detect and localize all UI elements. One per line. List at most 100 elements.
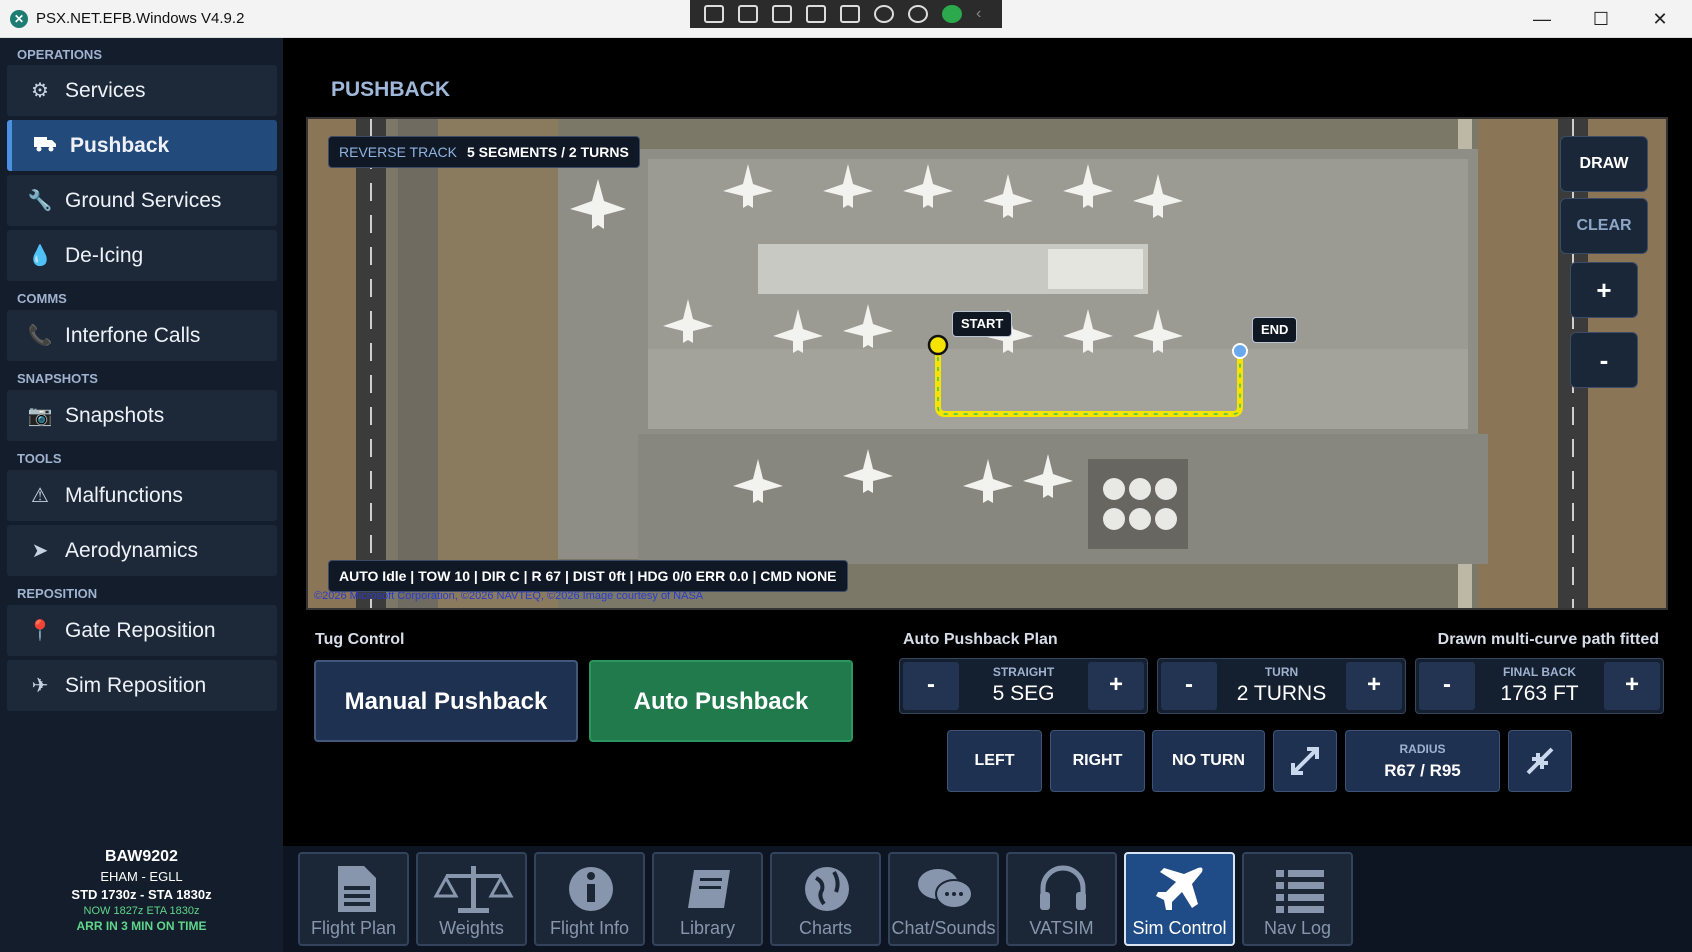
zoom-out-button[interactable]: - [1570,332,1638,388]
final-back-plus-button[interactable]: + [1604,662,1660,710]
droplet-icon: 💧 [27,245,53,267]
wrench-icon: 🔧 [27,190,53,212]
sidebar-item-label: Services [65,78,146,102]
truck-icon [32,134,58,158]
final-back-stepper: - FINAL BACK 1763 FT + [1415,658,1664,714]
radius-value: R67 / R95 [1384,761,1461,780]
plane-icon: ✈ [31,675,49,697]
flight-summary: BAW9202 EHAM - EGLL STD 1730z - STA 1830… [0,848,283,933]
sidebar-item-label: Ground Services [65,188,222,212]
pushback-status: AUTO Idle | TOW 10 | DIR C | R 67 | DIST… [328,560,848,592]
sidebar: OPERATIONS ⚙ Services Pushback 🔧 Ground … [0,38,283,952]
video-icon[interactable] [738,5,758,23]
radius-display[interactable]: RADIUS R67 / R95 [1345,730,1500,792]
sidebar-item-label: Aerodynamics [65,538,199,562]
headset-icon [1040,865,1086,910]
tab-flight-info[interactable]: Flight Info [534,852,645,946]
clear-button[interactable]: CLEAR [1560,198,1648,254]
end-label: END [1252,317,1298,343]
paper-plane-icon: ➤ [31,540,49,562]
sidebar-item-label: Pushback [70,133,170,157]
straight-minus-button[interactable]: - [903,662,959,710]
inspect-icon[interactable] [840,5,860,23]
start-marker[interactable] [927,334,949,356]
warning-icon: ⚠ [31,485,49,507]
tab-label: VATSIM [1029,918,1094,938]
minimize-button[interactable]: — [1519,4,1565,34]
tab-library[interactable]: Library [652,852,763,946]
sidebar-item-malfunctions[interactable]: ⚠ Malfunctions [7,470,277,521]
pointer-icon[interactable] [772,5,792,23]
zoom-in-button[interactable]: + [1570,262,1638,318]
frame-icon[interactable] [806,5,826,23]
track-summary: REVERSE TRACK 5 SEGMENTS / 2 TURNS [328,136,640,168]
expand-button[interactable] [1273,730,1337,792]
final-back-minus-button[interactable]: - [1419,662,1475,710]
tab-chat-sounds[interactable]: Chat/Sounds [888,852,999,946]
plane-icon [1156,867,1203,910]
turn-plus-button[interactable]: + [1346,662,1402,710]
tab-sim-control[interactable]: Sim Control [1124,852,1235,946]
tab-label: Nav Log [1263,918,1332,938]
airport-map[interactable]: REVERSE TRACK 5 SEGMENTS / 2 TURNS START… [306,117,1668,610]
auto-plan-label: Auto Pushback Plan [903,631,1058,648]
straight-plus-button[interactable]: + [1088,662,1144,710]
sidebar-item-label: Sim Reposition [65,673,207,697]
sidebar-item-sim-reposition[interactable]: ✈ Sim Reposition [7,660,277,711]
window-title: PSX.NET.EFB.Windows V4.9.2 [36,10,245,27]
tab-label: Flight Info [549,918,630,938]
tab-nav-log[interactable]: Nav Log [1242,852,1353,946]
straight-caption: STRAIGHT [992,665,1055,679]
auto-pushback-button[interactable]: Auto Pushback [589,660,853,742]
turn-stepper: - TURN 2 TURNS + [1157,658,1406,714]
manual-pushback-button[interactable]: Manual Pushback [314,660,578,742]
plan-note: Drawn multi-curve path fitted [1437,631,1659,648]
close-button[interactable]: ✕ [1637,4,1683,34]
select-element-icon[interactable] [704,5,724,23]
title-bar: ✕ PSX.NET.EFB.Windows V4.9.2 ‹ — ☐ ✕ [0,0,1692,38]
check-icon[interactable] [942,5,962,23]
expand-icon [1291,747,1319,775]
tab-flight-plan[interactable]: Flight Plan [298,852,409,946]
tab-vatsim[interactable]: VATSIM [1006,852,1117,946]
sidebar-item-label: Snapshots [65,403,165,427]
sidebar-item-snapshots[interactable]: 📷 Snapshots [7,390,277,441]
turn-left-button[interactable]: LEFT [947,730,1042,792]
page-title: PUSHBACK [331,78,451,101]
accessibility-icon[interactable] [908,5,928,23]
sidebar-item-label: Malfunctions [65,483,183,507]
hot-reload-icon[interactable] [874,5,894,23]
collapse-icon[interactable]: ‹ [976,5,996,23]
no-turn-button[interactable]: NO TURN [1152,730,1265,792]
map-pin-icon: 📍 [27,620,53,642]
camera-icon: 📷 [27,405,53,427]
draw-button[interactable]: DRAW [1560,136,1648,192]
sidebar-item-interfone-calls[interactable]: 📞 Interfone Calls [7,310,277,361]
tab-charts[interactable]: Charts [770,852,881,946]
turn-minus-button[interactable]: - [1161,662,1217,710]
tug-control-label: Tug Control [315,631,405,648]
sidebar-item-gate-reposition[interactable]: 📍 Gate Reposition [7,605,277,656]
maximize-button[interactable]: ☐ [1578,4,1624,34]
final-back-caption: FINAL BACK [1502,665,1577,679]
compress-icon [1526,747,1554,775]
sidebar-item-aerodynamics[interactable]: ➤ Aerodynamics [7,525,277,576]
arrival-status: ARR IN 3 MIN ON TIME [76,919,207,933]
end-marker[interactable] [1232,343,1248,359]
tab-label: Sim Control [1132,918,1227,938]
section-header-operations: OPERATIONS [17,47,102,62]
scheduled-times: STD 1730z - STA 1830z [71,887,212,902]
section-header-snapshots: SNAPSHOTS [17,371,98,386]
sidebar-item-de-icing[interactable]: 💧 De-Icing [7,230,277,281]
track-label: REVERSE TRACK [339,144,457,160]
globe-icon [805,867,849,911]
sidebar-item-services[interactable]: ⚙ Services [7,65,277,116]
tab-label: Library [679,918,736,938]
turn-right-button[interactable]: RIGHT [1050,730,1145,792]
sidebar-item-pushback[interactable]: Pushback [7,120,277,171]
info-icon [569,867,613,911]
section-header-reposition: REPOSITION [17,586,98,601]
tab-weights[interactable]: Weights [416,852,527,946]
sidebar-item-ground-services[interactable]: 🔧 Ground Services [7,175,277,226]
compress-button[interactable] [1508,730,1572,792]
